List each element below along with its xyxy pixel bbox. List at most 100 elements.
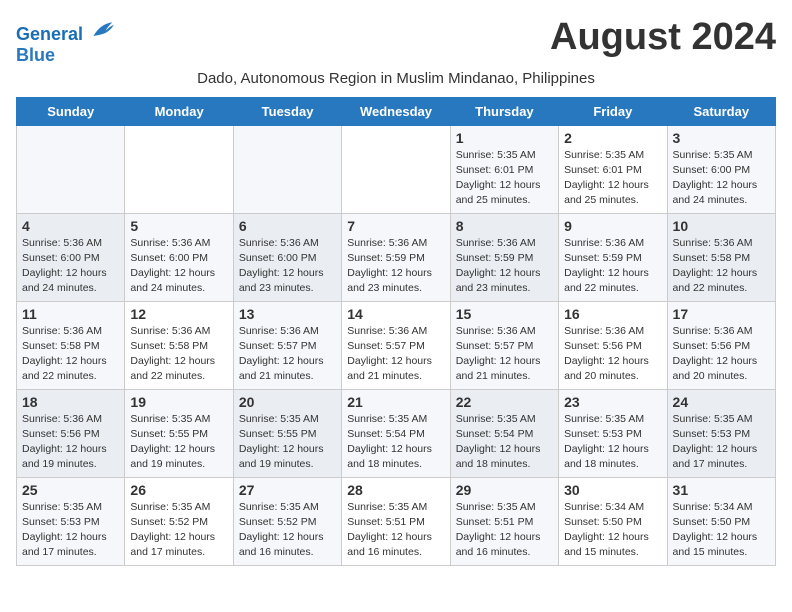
logo: General Blue	[16, 20, 114, 66]
calendar-cell: 2 Sunrise: 5:35 AMSunset: 6:01 PMDaylight…	[559, 125, 667, 213]
day-number: 11	[22, 306, 119, 322]
day-number: 30	[564, 482, 661, 498]
day-number: 5	[130, 218, 227, 234]
day-info: Sunrise: 5:36 AMSunset: 5:57 PMDaylight:…	[456, 324, 553, 385]
calendar-week-row: 4 Sunrise: 5:36 AMSunset: 6:00 PMDaylight…	[17, 213, 776, 301]
calendar-cell: 25 Sunrise: 5:35 AMSunset: 5:53 PMDayligh…	[17, 477, 125, 565]
calendar-cell: 9Sunrise: 5:36 AMSunset: 5:59 PMDaylight…	[559, 213, 667, 301]
page-header: General Blue August 2024	[16, 16, 776, 66]
calendar-cell: 5 Sunrise: 5:36 AMSunset: 6:00 PMDaylight…	[125, 213, 233, 301]
day-number: 26	[130, 482, 227, 498]
day-info: Sunrise: 5:35 AMSunset: 6:00 PMDaylight:…	[673, 148, 770, 209]
day-number: 27	[239, 482, 336, 498]
day-info: Sunrise: 5:36 AMSunset: 5:58 PMDaylight:…	[130, 324, 227, 385]
calendar-week-row: 18 Sunrise: 5:36 AMSunset: 5:56 PMDayligh…	[17, 389, 776, 477]
calendar-table: SundayMondayTuesdayWednesdayThursdayFrid…	[16, 97, 776, 566]
calendar-cell: 11Sunrise: 5:36 AMSunset: 5:58 PMDayligh…	[17, 301, 125, 389]
day-info: Sunrise: 5:35 AMSunset: 5:51 PMDaylight:…	[347, 500, 444, 561]
day-number: 14	[347, 306, 444, 322]
day-info: Sunrise: 5:35 AMSunset: 5:53 PMDaylight:…	[673, 412, 770, 473]
day-number: 1	[456, 130, 553, 146]
day-info: Sunrise: 5:36 AMSunset: 6:00 PMDaylight:…	[22, 236, 119, 297]
day-info: Sunrise: 5:35 AMSunset: 5:51 PMDaylight:…	[456, 500, 553, 561]
calendar-cell	[233, 125, 341, 213]
day-number: 10	[673, 218, 770, 234]
day-info: Sunrise: 5:36 AMSunset: 6:00 PMDaylight:…	[239, 236, 336, 297]
day-number: 15	[456, 306, 553, 322]
day-number: 19	[130, 394, 227, 410]
weekday-header-sunday: Sunday	[17, 97, 125, 125]
weekday-header-tuesday: Tuesday	[233, 97, 341, 125]
calendar-cell: 1 Sunrise: 5:35 AMSunset: 6:01 PMDaylight…	[450, 125, 558, 213]
day-number: 17	[673, 306, 770, 322]
day-number: 18	[22, 394, 119, 410]
day-number: 2	[564, 130, 661, 146]
day-info: Sunrise: 5:34 AMSunset: 5:50 PMDaylight:…	[673, 500, 770, 561]
calendar-cell	[125, 125, 233, 213]
calendar-cell: 27 Sunrise: 5:35 AMSunset: 5:52 PMDayligh…	[233, 477, 341, 565]
calendar-cell: 24 Sunrise: 5:35 AMSunset: 5:53 PMDayligh…	[667, 389, 775, 477]
day-info: Sunrise: 5:34 AMSunset: 5:50 PMDaylight:…	[564, 500, 661, 561]
calendar-cell: 19Sunrise: 5:35 AMSunset: 5:55 PMDayligh…	[125, 389, 233, 477]
day-number: 25	[22, 482, 119, 498]
calendar-cell: 14 Sunrise: 5:36 AMSunset: 5:57 PMDayligh…	[342, 301, 450, 389]
day-number: 24	[673, 394, 770, 410]
calendar-week-row: 25 Sunrise: 5:35 AMSunset: 5:53 PMDayligh…	[17, 477, 776, 565]
day-info: Sunrise: 5:36 AMSunset: 5:58 PMDaylight:…	[673, 236, 770, 297]
day-number: 8	[456, 218, 553, 234]
calendar-cell	[17, 125, 125, 213]
calendar-cell: 28 Sunrise: 5:35 AMSunset: 5:51 PMDayligh…	[342, 477, 450, 565]
calendar-cell: 17 Sunrise: 5:36 AMSunset: 5:56 PMDayligh…	[667, 301, 775, 389]
calendar-cell: 8 Sunrise: 5:36 AMSunset: 5:59 PMDaylight…	[450, 213, 558, 301]
day-info: Sunrise: 5:35 AMSunset: 5:52 PMDaylight:…	[239, 500, 336, 561]
day-info: Sunrise: 5:35 AMSunset: 6:01 PMDaylight:…	[456, 148, 553, 209]
day-number: 7	[347, 218, 444, 234]
calendar-cell: 15 Sunrise: 5:36 AMSunset: 5:57 PMDayligh…	[450, 301, 558, 389]
calendar-week-row: 1 Sunrise: 5:35 AMSunset: 6:01 PMDaylight…	[17, 125, 776, 213]
day-info: Sunrise: 5:36 AMSunset: 5:57 PMDaylight:…	[347, 324, 444, 385]
calendar-cell: 16 Sunrise: 5:36 AMSunset: 5:56 PMDayligh…	[559, 301, 667, 389]
day-info: Sunrise: 5:35 AMSunset: 6:01 PMDaylight:…	[564, 148, 661, 209]
day-number: 21	[347, 394, 444, 410]
logo-bird-icon	[90, 20, 114, 40]
day-number: 28	[347, 482, 444, 498]
day-info: Sunrise: 5:36 AMSunset: 5:56 PMDaylight:…	[673, 324, 770, 385]
calendar-cell: 3 Sunrise: 5:35 AMSunset: 6:00 PMDaylight…	[667, 125, 775, 213]
day-number: 6	[239, 218, 336, 234]
weekday-header-saturday: Saturday	[667, 97, 775, 125]
calendar-cell: 21Sunrise: 5:35 AMSunset: 5:54 PMDayligh…	[342, 389, 450, 477]
day-number: 3	[673, 130, 770, 146]
day-info: Sunrise: 5:35 AMSunset: 5:55 PMDaylight:…	[239, 412, 336, 473]
calendar-cell: 20 Sunrise: 5:35 AMSunset: 5:55 PMDayligh…	[233, 389, 341, 477]
day-info: Sunrise: 5:36 AMSunset: 5:59 PMDaylight:…	[456, 236, 553, 297]
calendar-cell: 6 Sunrise: 5:36 AMSunset: 6:00 PMDaylight…	[233, 213, 341, 301]
day-info: Sunrise: 5:36 AMSunset: 5:56 PMDaylight:…	[22, 412, 119, 473]
logo-blue: Blue	[16, 45, 114, 66]
month-year-title: August 2024	[550, 16, 776, 59]
day-info: Sunrise: 5:36 AMSunset: 5:59 PMDaylight:…	[347, 236, 444, 297]
calendar-cell: 7 Sunrise: 5:36 AMSunset: 5:59 PMDaylight…	[342, 213, 450, 301]
calendar-cell: 13Sunrise: 5:36 AMSunset: 5:57 PMDayligh…	[233, 301, 341, 389]
calendar-cell: 4 Sunrise: 5:36 AMSunset: 6:00 PMDaylight…	[17, 213, 125, 301]
day-info: Sunrise: 5:35 AMSunset: 5:53 PMDaylight:…	[564, 412, 661, 473]
calendar-cell: 10 Sunrise: 5:36 AMSunset: 5:58 PMDayligh…	[667, 213, 775, 301]
day-info: Sunrise: 5:35 AMSunset: 5:53 PMDaylight:…	[22, 500, 119, 561]
calendar-subtitle: Dado, Autonomous Region in Muslim Mindan…	[16, 70, 776, 87]
calendar-cell: 22 Sunrise: 5:35 AMSunset: 5:54 PMDayligh…	[450, 389, 558, 477]
day-number: 22	[456, 394, 553, 410]
logo-general: General	[16, 24, 83, 44]
day-number: 20	[239, 394, 336, 410]
day-info: Sunrise: 5:36 AMSunset: 5:56 PMDaylight:…	[564, 324, 661, 385]
calendar-cell: 30 Sunrise: 5:34 AMSunset: 5:50 PMDayligh…	[559, 477, 667, 565]
weekday-header-thursday: Thursday	[450, 97, 558, 125]
day-info: Sunrise: 5:36 AMSunset: 6:00 PMDaylight:…	[130, 236, 227, 297]
day-number: 4	[22, 218, 119, 234]
day-number: 23	[564, 394, 661, 410]
day-number: 16	[564, 306, 661, 322]
day-info: Sunrise: 5:35 AMSunset: 5:54 PMDaylight:…	[456, 412, 553, 473]
calendar-cell: 31Sunrise: 5:34 AMSunset: 5:50 PMDayligh…	[667, 477, 775, 565]
logo-text: General	[16, 20, 114, 45]
calendar-cell: 29Sunrise: 5:35 AMSunset: 5:51 PMDayligh…	[450, 477, 558, 565]
day-number: 9	[564, 218, 661, 234]
day-info: Sunrise: 5:36 AMSunset: 5:57 PMDaylight:…	[239, 324, 336, 385]
